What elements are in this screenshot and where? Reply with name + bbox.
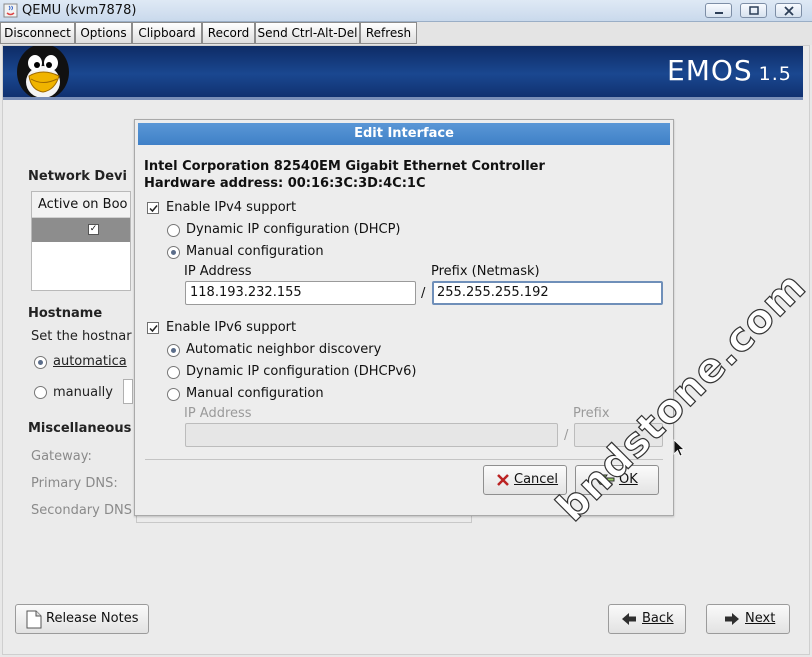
ipv4-dhcp-radio[interactable]	[167, 224, 180, 237]
brand-version: 1.5	[758, 63, 792, 85]
ipv4-prefix-input[interactable]: 255.255.255.192	[432, 281, 663, 305]
clipboard-button[interactable]: Clipboard	[132, 22, 202, 44]
ipv4-dhcp-label[interactable]: Dynamic IP configuration (DHCP)	[186, 222, 400, 237]
ipv6-slash-separator: /	[564, 428, 569, 443]
network-devices-heading: Network Devi	[28, 169, 127, 184]
hostname-manual-label[interactable]: manually	[53, 385, 113, 400]
device-row[interactable]: ✓	[32, 218, 130, 242]
primary-dns-label: Primary DNS:	[31, 476, 118, 491]
disconnect-button[interactable]: Disconnect	[0, 22, 75, 44]
ipv6-manual-label[interactable]: Manual configuration	[186, 386, 324, 401]
ipv4-manual-label[interactable]: Manual configuration	[186, 244, 324, 259]
hardware-address: Hardware address: 00:16:3C:3D:4C:1C	[144, 176, 426, 191]
ipv6-dhcp-radio[interactable]	[167, 366, 180, 379]
qemu-toolbar: Disconnect Options Clipboard Record Send…	[0, 22, 812, 45]
cancel-x-icon	[497, 474, 509, 486]
gateway-label: Gateway:	[31, 449, 92, 464]
product-brand: EMOS 1.5	[667, 54, 792, 87]
hostname-prompt: Set the hostnar	[31, 329, 132, 344]
hostname-manual-radio[interactable]	[34, 386, 47, 399]
ipv6-ip-address-label: IP Address	[184, 406, 252, 421]
ipv6-manual-radio[interactable]	[167, 388, 180, 401]
hostname-automatic-radio[interactable]	[34, 356, 47, 369]
ipv4-ip-address-label: IP Address	[184, 264, 252, 279]
device-name: Intel Corporation 82540EM Gigabit Ethern…	[144, 159, 545, 174]
checkmark-icon	[149, 205, 158, 213]
close-button[interactable]	[775, 3, 802, 18]
enable-ipv4-label[interactable]: Enable IPv4 support	[166, 200, 296, 215]
ipv4-manual-radio[interactable]	[167, 246, 180, 259]
minimize-button[interactable]	[705, 3, 732, 18]
secondary-dns-label: Secondary DNS	[31, 503, 132, 518]
checkmark-icon	[149, 325, 158, 333]
installer-banner: EMOS 1.5	[3, 46, 803, 100]
release-notes-label: Release Notes	[46, 611, 139, 626]
ipv4-slash-separator: /	[421, 286, 426, 301]
refresh-button[interactable]: Refresh	[360, 22, 417, 44]
enable-ipv6-checkbox[interactable]	[147, 322, 159, 334]
cancel-label: Cancel	[514, 472, 559, 487]
ipv6-dhcp-label[interactable]: Dynamic IP configuration (DHCPv6)	[186, 364, 416, 379]
brand-name: EMOS	[667, 54, 753, 87]
back-label: Back	[642, 611, 674, 626]
document-icon	[26, 610, 42, 629]
maximize-button[interactable]	[740, 3, 767, 18]
active-on-boot-checkbox[interactable]: ✓	[88, 224, 99, 235]
guest-screen[interactable]: EMOS 1.5 Network Devi Active on Boo ✓ Hos…	[2, 45, 810, 655]
enable-ipv4-checkbox[interactable]	[147, 202, 159, 214]
miscellaneous-heading: Miscellaneous	[28, 421, 132, 436]
back-arrow-icon	[622, 613, 636, 625]
next-button[interactable]: Next	[706, 604, 790, 634]
dialog-title: Edit Interface	[138, 123, 670, 145]
ipv6-auto-radio[interactable]	[167, 344, 180, 357]
minimize-icon	[715, 12, 723, 14]
close-icon	[784, 6, 794, 16]
ipv6-prefix-label: Prefix	[573, 406, 610, 421]
options-button[interactable]: Options	[75, 22, 132, 44]
ipv6-auto-label[interactable]: Automatic neighbor discovery	[186, 342, 381, 357]
hostname-heading: Hostname	[28, 306, 103, 321]
java-app-icon	[3, 3, 18, 18]
ipv4-ip-address-input[interactable]: 118.193.232.155	[185, 281, 416, 305]
list-header-active-on-boot[interactable]: Active on Boo	[32, 192, 130, 218]
record-button[interactable]: Record	[202, 22, 255, 44]
maximize-icon	[749, 6, 759, 15]
next-arrow-icon	[725, 613, 739, 625]
ipv4-prefix-label: Prefix (Netmask)	[431, 264, 540, 279]
release-notes-button[interactable]: Release Notes	[15, 604, 149, 634]
send-ctrl-alt-del-button[interactable]: Send Ctrl-Alt-Del	[255, 22, 360, 44]
next-label: Next	[745, 611, 776, 626]
banner-divider	[3, 97, 803, 100]
network-device-list[interactable]: Active on Boo ✓	[31, 191, 131, 291]
back-button[interactable]: Back	[608, 604, 686, 634]
window-titlebar: QEMU (kvm7878)	[0, 0, 812, 22]
ipv6-ip-address-input[interactable]	[185, 423, 558, 447]
window-title: QEMU (kvm7878)	[22, 3, 137, 18]
enable-ipv6-label[interactable]: Enable IPv6 support	[166, 320, 296, 335]
hostname-automatic-label[interactable]: automatica	[53, 354, 127, 369]
mouse-cursor-icon	[673, 439, 685, 457]
hostname-input[interactable]	[123, 379, 133, 404]
